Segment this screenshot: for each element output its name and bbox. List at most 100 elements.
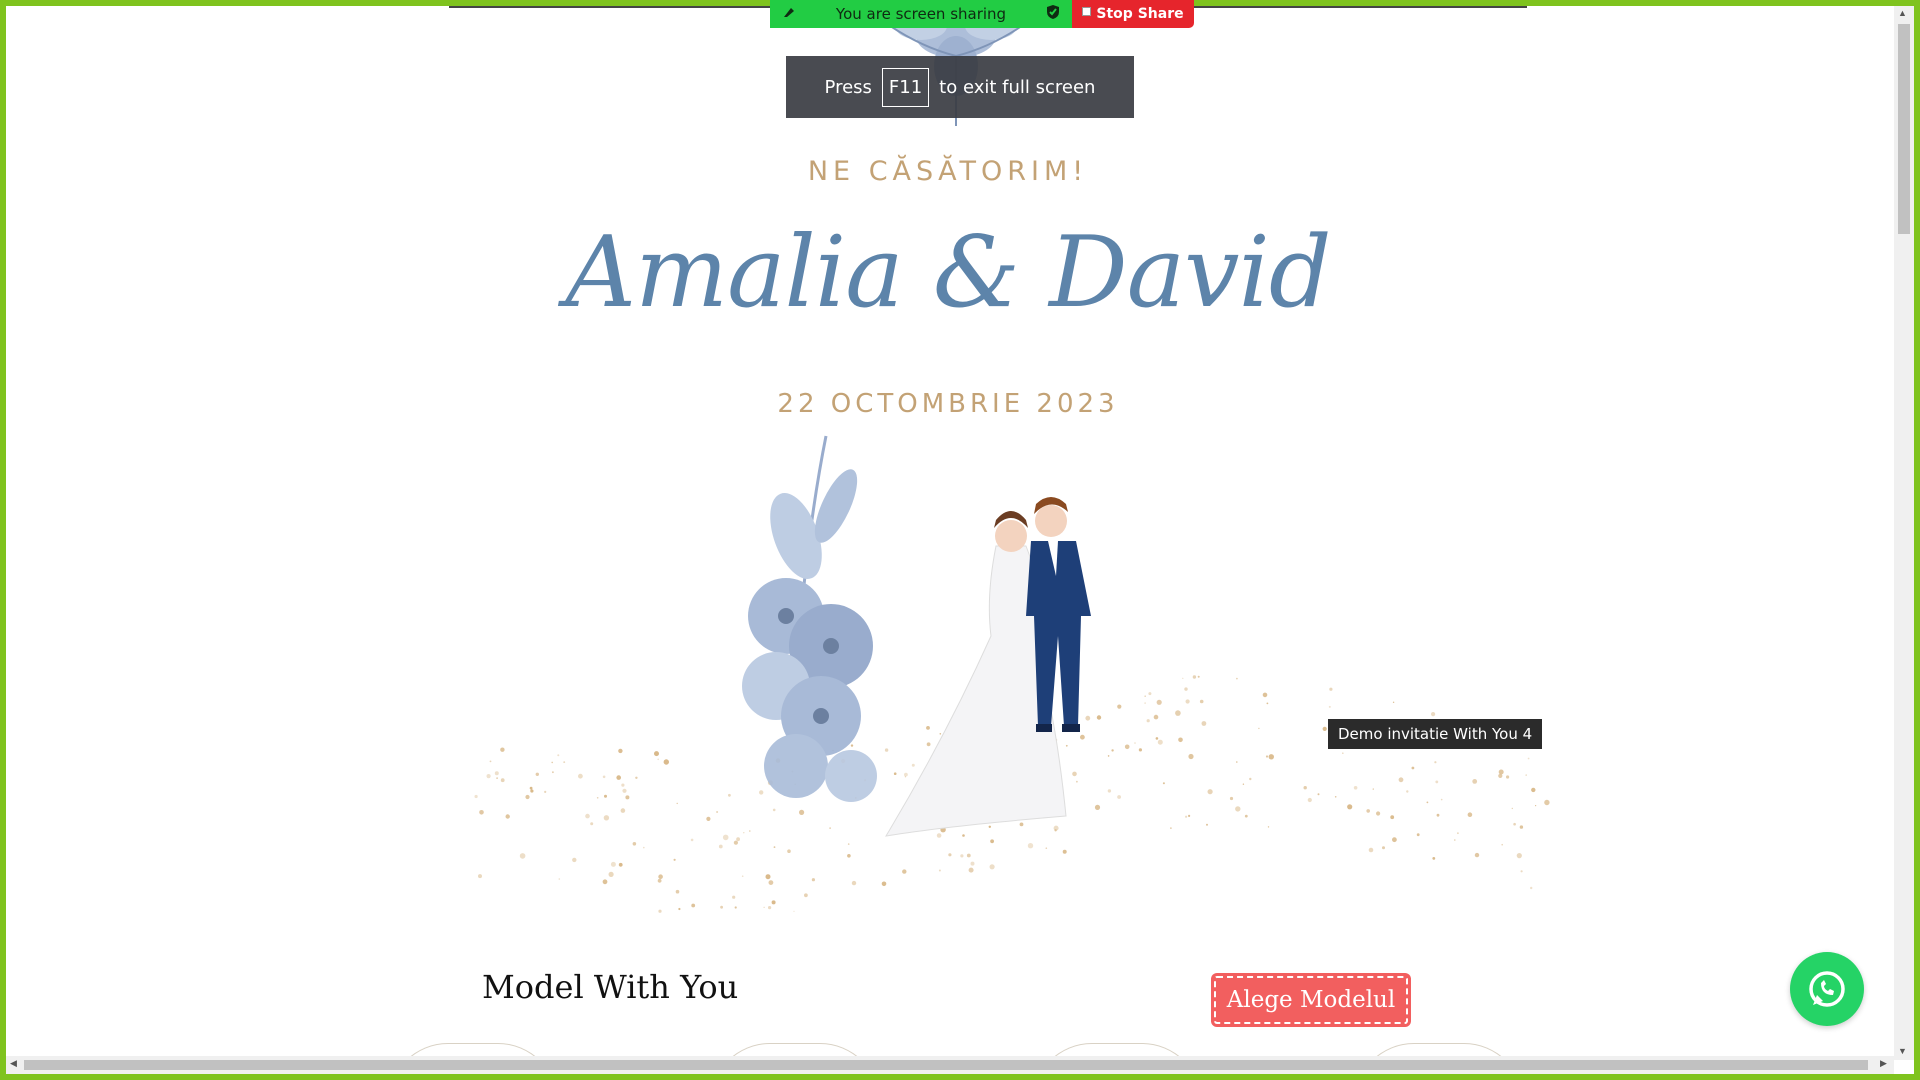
sparkle-dot (494, 771, 499, 776)
sparkle-dot (1347, 804, 1353, 810)
wedding-headline: NE CĂSĂTORIM! (807, 156, 1089, 187)
sparkle-dot (621, 783, 625, 787)
sparkle-dot (1390, 815, 1395, 820)
sparkle-dot (1188, 753, 1194, 760)
sparkle-dot (489, 760, 492, 763)
stop-share-button[interactable]: Stop Share (1072, 0, 1194, 28)
sparkle-dot (530, 789, 534, 793)
sparkle-dot (771, 900, 776, 905)
sparkle-dot (486, 774, 491, 779)
sparkle-dot (1431, 712, 1436, 717)
couple-names: Amalia & David (565, 216, 1331, 330)
sparkle-dot (1317, 793, 1320, 796)
horizontal-scrollbar[interactable]: ◀ ▶ (6, 1056, 1894, 1074)
sparkle-dot (596, 797, 599, 799)
sparkle-dot (960, 854, 964, 858)
sparkle-dot (706, 816, 711, 821)
sparkle-dot (618, 748, 623, 754)
sparkle-dot (1054, 829, 1057, 832)
sparkle-dot (1265, 755, 1269, 758)
sparkle-dot (1185, 815, 1188, 818)
sparkle-dot (604, 794, 607, 798)
sparkle-dot (500, 747, 505, 752)
vertical-scroll-thumb[interactable] (1898, 24, 1910, 234)
sparkle-dot (1242, 783, 1245, 785)
sparkle-dot (1184, 687, 1188, 691)
sparkle-dot (1162, 782, 1165, 785)
sparkle-dot (1498, 769, 1504, 775)
sparkle-dot (847, 843, 850, 845)
choose-model-button[interactable]: Alege Modelul (1212, 974, 1410, 1026)
sparkle-dot (1153, 714, 1159, 720)
wedding-date: 22 OCTOMBRIE 2023 (777, 389, 1119, 419)
sparkle-dot (603, 815, 610, 821)
sparkle-dot (1392, 837, 1397, 843)
sparkle-dot (773, 846, 776, 848)
sparkle-dot (793, 910, 795, 912)
sparkle-dot (829, 827, 831, 829)
sparkle-dot (1111, 749, 1114, 752)
sparkle-dot (1501, 843, 1503, 846)
sparkle-dot (1134, 742, 1136, 744)
sparkle-dot (1266, 702, 1269, 705)
sparkle-dot (590, 822, 594, 826)
sparkle-dot (787, 849, 791, 853)
sparkle-dot (1072, 771, 1077, 777)
sparkle-dot (563, 761, 566, 763)
sparkle-dot (1201, 721, 1207, 726)
sparkle-dot (911, 763, 915, 767)
sparkle-dot (1144, 695, 1146, 697)
sparkle-dot (1144, 702, 1146, 704)
whatsapp-button[interactable] (1790, 952, 1864, 1026)
share-icon (782, 5, 796, 23)
sparkle-dot (936, 833, 942, 838)
sparkle-dot (1525, 774, 1527, 776)
sparkle-dot (1080, 734, 1085, 740)
sparkle-dot (1382, 846, 1385, 850)
sparkle-dot (902, 869, 907, 874)
sparkle-dot (551, 761, 553, 764)
sparkle-dot (1076, 780, 1078, 783)
horizontal-scroll-thumb[interactable] (24, 1060, 1868, 1070)
share-status: You are screen sharing (770, 0, 1072, 28)
floral-bouquet (742, 435, 877, 802)
sparkle-dot (1170, 827, 1172, 829)
sparkle-dot (884, 748, 889, 752)
sparkle-dot (1513, 822, 1516, 826)
sparkle-dot (989, 864, 995, 870)
sparkle-dot (720, 905, 723, 909)
sparkle-dot (893, 772, 897, 775)
sparkle-dot (962, 834, 965, 837)
sparkle-dot (768, 880, 774, 885)
sparkle-dot (968, 867, 974, 873)
sparkle-dot (1426, 801, 1429, 804)
sparkle-dot (535, 772, 539, 776)
sparkle-dot (939, 733, 942, 735)
scroll-down-icon[interactable]: ▼ (1898, 1046, 1907, 1056)
sparkle-dot (966, 853, 971, 858)
sparkle-dot (749, 830, 751, 832)
sparkle-dot (1258, 727, 1260, 730)
sparkle-dot (1188, 814, 1191, 817)
sparkle-dot (1236, 677, 1238, 680)
sparkle-dot (736, 837, 740, 842)
sparkle-dot (496, 777, 498, 779)
demo-tooltip: Demo invitatie With You 4 (1328, 719, 1543, 749)
scroll-right-icon[interactable]: ▶ (1880, 1058, 1887, 1069)
sparkle-dot (657, 878, 662, 883)
sparkle-dot (763, 906, 765, 908)
sparkle-dot (1235, 806, 1241, 812)
scroll-left-icon[interactable]: ◀ (10, 1058, 17, 1069)
vertical-scrollbar[interactable]: ▲ ▼ (1894, 6, 1914, 1060)
sparkle-dot (1268, 754, 1274, 760)
sparkle-dot (743, 832, 745, 834)
sparkle-dot (691, 903, 696, 908)
sparkle-dot (1328, 705, 1331, 708)
sparkle-dot (635, 776, 638, 779)
sparkle-dot (1065, 744, 1068, 747)
share-status-text: You are screen sharing (835, 5, 1007, 23)
sparkle-dot (673, 858, 676, 861)
sparkle-dot (1329, 687, 1333, 691)
sparkle-dot (1045, 847, 1048, 849)
scroll-up-icon[interactable]: ▲ (1898, 8, 1907, 18)
